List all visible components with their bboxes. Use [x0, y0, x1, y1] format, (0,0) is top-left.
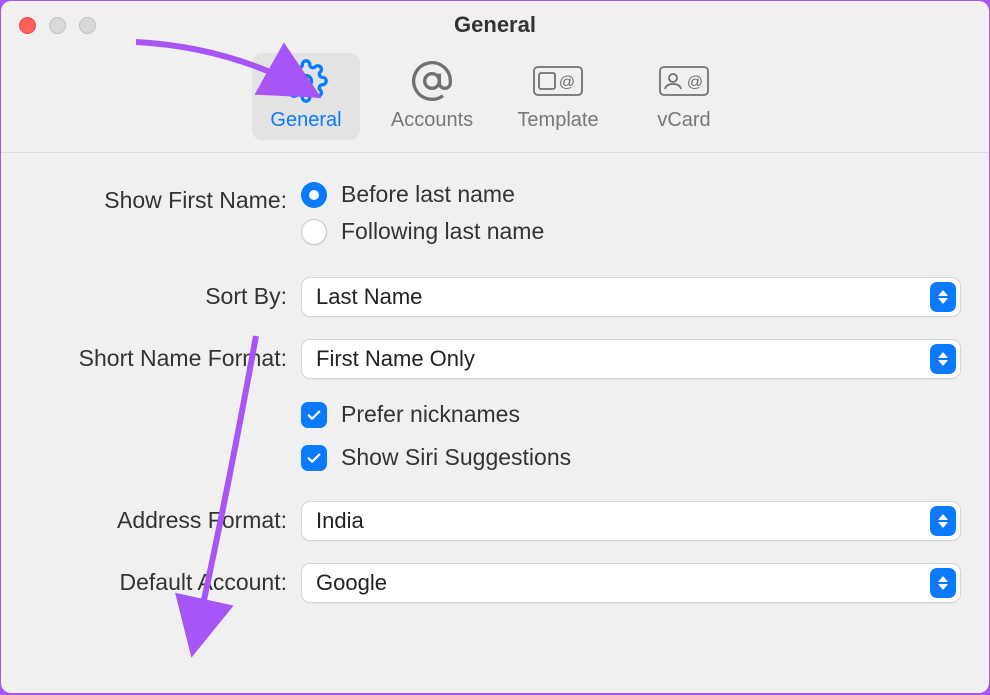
short-name-format-label: Short Name Format:: [29, 339, 301, 372]
short-name-format-select[interactable]: First Name Only: [301, 339, 961, 379]
zoom-icon: [79, 17, 96, 34]
default-account-label: Default Account:: [29, 563, 301, 596]
gear-icon: [284, 59, 328, 103]
window-title: General: [454, 12, 536, 38]
address-format-label: Address Format:: [29, 501, 301, 534]
chevron-up-down-icon: [930, 344, 956, 374]
select-value: Google: [316, 570, 387, 596]
tab-vcard[interactable]: @ vCard: [630, 53, 738, 140]
select-value: Last Name: [316, 284, 422, 310]
checkbox-label: Prefer nicknames: [341, 401, 520, 428]
tab-label: Template: [517, 109, 598, 132]
tab-label: vCard: [657, 109, 710, 132]
siri-suggestions-checkbox[interactable]: [301, 445, 327, 471]
minimize-icon: [49, 17, 66, 34]
radio-following-last-name[interactable]: [301, 219, 327, 245]
select-value: First Name Only: [316, 346, 475, 372]
close-icon[interactable]: [19, 17, 36, 34]
default-account-select[interactable]: Google: [301, 563, 961, 603]
sort-by-label: Sort By:: [29, 277, 301, 310]
at-sign-icon: [410, 59, 454, 103]
tab-label: Accounts: [391, 109, 473, 132]
chevron-up-down-icon: [930, 282, 956, 312]
titlebar: General: [1, 1, 989, 49]
address-format-select[interactable]: India: [301, 501, 961, 541]
radio-before-last-name[interactable]: [301, 182, 327, 208]
tab-template[interactable]: @ Template: [504, 53, 612, 140]
svg-text:@: @: [559, 74, 575, 91]
show-first-name-label: Show First Name:: [29, 181, 301, 214]
traffic-lights: [19, 17, 96, 34]
tab-label: General: [270, 109, 341, 132]
sort-by-select[interactable]: Last Name: [301, 277, 961, 317]
chevron-up-down-icon: [930, 568, 956, 598]
vcard-icon: @: [658, 59, 710, 103]
general-settings: Show First Name: Before last name Follow…: [1, 153, 989, 693]
radio-label: Following last name: [341, 218, 544, 245]
prefer-nicknames-checkbox[interactable]: [301, 402, 327, 428]
preference-toolbar: General Accounts @ Template @ vCard: [1, 49, 989, 153]
svg-text:@: @: [687, 74, 703, 91]
chevron-up-down-icon: [930, 506, 956, 536]
preferences-window: General General Accounts @ Template @ vC…: [1, 1, 989, 693]
template-icon: @: [532, 59, 584, 103]
select-value: India: [316, 508, 364, 534]
radio-label: Before last name: [341, 181, 515, 208]
tab-accounts[interactable]: Accounts: [378, 53, 486, 140]
checkbox-label: Show Siri Suggestions: [341, 444, 571, 471]
tab-general[interactable]: General: [252, 53, 360, 140]
